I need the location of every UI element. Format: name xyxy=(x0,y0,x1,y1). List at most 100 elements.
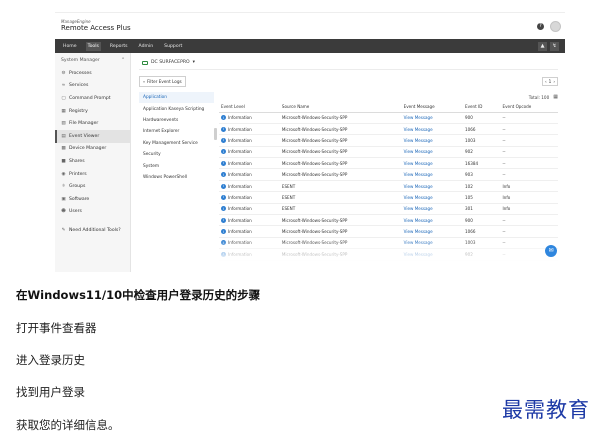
view-message-link[interactable]: View Message xyxy=(401,112,464,124)
sidebar-item-command-prompt[interactable]: ▢ Command Prompt xyxy=(55,92,130,105)
table-row[interactable]: iInformationMicrosoft-Windows-Security-S… xyxy=(219,112,558,124)
app-screenshot: ManageEngine Remote Access Plus ? Home T… xyxy=(55,12,565,272)
event-level-text: Information xyxy=(228,137,252,143)
nav-home[interactable]: Home xyxy=(61,42,79,51)
view-message-link[interactable]: View Message xyxy=(401,134,464,147)
sidebar-item-services[interactable]: ≈ Services xyxy=(55,80,130,93)
table-row[interactable]: iInformationMicrosoft-Windows-Security-S… xyxy=(219,146,558,159)
view-message-link[interactable]: View Message xyxy=(401,191,464,204)
event-level-text: Information xyxy=(228,115,252,121)
groups-icon: ⚛ xyxy=(61,184,66,190)
sidebar-item-event-viewer[interactable]: ▤ Event Viewer xyxy=(55,129,130,143)
events-table-container: Total: 100 ▦ Event Level Source Name Eve… xyxy=(219,92,558,261)
step-text: 打开事件查看器 xyxy=(16,321,97,335)
log-type-security[interactable]: Security xyxy=(139,149,214,160)
source-name-cell: ESENT xyxy=(279,191,402,204)
event-id-cell: 1066 xyxy=(463,225,501,238)
col-event-id[interactable]: Event ID xyxy=(463,102,501,113)
columns-icon[interactable]: ▦ xyxy=(553,94,558,100)
sidebar-item-label: Need Additional Tools? xyxy=(69,227,121,233)
sidebar-item-label: Services xyxy=(69,83,89,89)
next-page-icon[interactable]: › xyxy=(553,79,555,84)
device-selector[interactable]: DC SURFACEPRO ▾ xyxy=(139,58,558,70)
source-name-cell: Microsoft-Windows-Security-SPP xyxy=(279,134,402,147)
sidebar-item-registry[interactable]: ▦ Registry xyxy=(55,105,130,118)
view-message-link[interactable]: View Message xyxy=(401,168,464,181)
monitor-icon xyxy=(142,60,148,65)
table-row[interactable]: iInformationMicrosoft-Windows-Security-S… xyxy=(219,214,558,227)
col-event-level[interactable]: Event Level xyxy=(219,102,280,113)
table-row[interactable]: iInformationMicrosoft-Windows-Security-S… xyxy=(219,134,558,147)
event-id-cell: 301 xyxy=(463,203,501,216)
page-number: 1 xyxy=(548,79,552,84)
chat-icon[interactable]: ✉ xyxy=(545,244,557,257)
event-level-text: Information xyxy=(228,126,252,132)
col-event-message[interactable]: Event Message xyxy=(401,102,464,113)
sidebar-item-processes[interactable]: ⚙ Processes xyxy=(55,67,130,80)
sidebar-item-users[interactable]: ☻ Users xyxy=(55,206,130,219)
avatar[interactable] xyxy=(550,20,561,32)
table-row[interactable]: iInformation Microsoft-Windows-Security-S… xyxy=(219,123,558,136)
log-type-key-management[interactable]: Key Management Service xyxy=(139,138,214,149)
view-message-link[interactable]: View Message xyxy=(401,180,464,193)
view-message-link[interactable]: View Message xyxy=(401,214,464,227)
printers-icon: ◉ xyxy=(61,171,66,177)
resize-handle[interactable] xyxy=(214,128,217,140)
nav-admin[interactable]: Admin xyxy=(137,42,156,51)
log-type-application[interactable]: Application xyxy=(139,92,214,104)
event-level-text: Information xyxy=(228,149,252,155)
table-row[interactable]: iInformationMicrosoft-Windows-Security-S… xyxy=(219,168,558,181)
nav-support[interactable]: Support xyxy=(162,42,184,51)
article-heading: 在Windows11/10中检查用户登录历史的步骤 xyxy=(16,288,261,302)
help-icon[interactable]: ? xyxy=(537,22,544,30)
col-source-name[interactable]: Source Name xyxy=(279,102,402,113)
sidebar-item-shares[interactable]: ■ Shares xyxy=(55,155,130,168)
notification-icon[interactable]: ▲ xyxy=(538,41,547,51)
tools-icon: ✎ xyxy=(61,227,66,233)
sidebar-item-groups[interactable]: ⚛ Groups xyxy=(55,180,130,193)
prev-page-icon[interactable]: ‹ xyxy=(545,79,547,84)
sidebar-item-file-manager[interactable]: ▧ File Manager xyxy=(55,117,130,130)
view-message-link[interactable]: View Message xyxy=(401,203,464,216)
event-level-cell: iInformation xyxy=(219,191,280,204)
log-type-hardwareevents[interactable]: Hardwareevents xyxy=(139,115,214,126)
filter-event-logs-button[interactable]: ▿ Filter Event Logs xyxy=(139,76,186,87)
log-type-internet-explorer[interactable]: Internet Explorer xyxy=(139,126,214,137)
table-row[interactable]: i Information ESENT View Message 102 Info xyxy=(219,180,558,193)
sidebar-header[interactable]: System Manager ⌃ xyxy=(55,58,130,67)
log-type-system[interactable]: System xyxy=(139,160,214,171)
log-type-powershell[interactable]: Windows PowerShell xyxy=(139,172,214,183)
event-level-cell: iInformation xyxy=(219,225,280,238)
event-level-text: Information xyxy=(228,229,252,235)
event-level-text: Information xyxy=(228,206,252,212)
event-level-cell: iInformation xyxy=(219,112,280,124)
table-row[interactable]: i Information ESENT View Message 301 Info xyxy=(219,203,558,216)
source-name-cell: Microsoft-Windows-Security-SPP xyxy=(279,123,402,136)
table-row[interactable]: i Information ESENT View Message 105 Info xyxy=(219,191,558,204)
brand-logo[interactable]: ManageEngine Remote Access Plus xyxy=(61,20,131,32)
table-row[interactable]: iInformationMicrosoft-Windows-Security-S… xyxy=(219,225,558,238)
sidebar-item-printers[interactable]: ◉ Printers xyxy=(55,168,130,181)
step-text: 获取您的详细信息。 xyxy=(16,418,120,432)
sidebar-item-additional-tools[interactable]: ✎ Need Additional Tools? xyxy=(55,224,130,237)
view-message-link[interactable]: View Message xyxy=(401,146,464,159)
event-level-cell: iInformation xyxy=(219,157,280,170)
view-message-link[interactable]: View Message xyxy=(401,123,464,136)
log-type-kaseya-scripting[interactable]: Application Kaseya Scripting xyxy=(139,103,214,114)
services-icon: ≈ xyxy=(61,83,66,89)
source-name-cell: Microsoft-Windows-Security-SPP xyxy=(279,225,402,238)
lightning-icon[interactable]: ↯ xyxy=(550,41,559,51)
nav-reports[interactable]: Reports xyxy=(108,42,130,51)
table-row[interactable]: iInformationMicrosoft-Windows-Security-S… xyxy=(219,157,558,170)
sidebar-item-device-manager[interactable]: ▩ Device Manager xyxy=(55,143,130,156)
chevron-up-icon[interactable]: ⌃ xyxy=(121,58,125,63)
device-name: DC SURFACEPRO xyxy=(151,60,190,65)
view-message-link[interactable]: View Message xyxy=(401,157,464,170)
col-event-opcode[interactable]: Event Opcode xyxy=(500,102,558,113)
sidebar-item-label: Groups xyxy=(69,184,86,190)
info-icon: i xyxy=(221,126,226,132)
nav-tools[interactable]: Tools xyxy=(85,41,101,51)
sidebar-item-software[interactable]: ▣ Software xyxy=(55,193,130,206)
view-message-link[interactable]: View Message xyxy=(401,225,464,238)
info-icon: i xyxy=(221,172,226,178)
